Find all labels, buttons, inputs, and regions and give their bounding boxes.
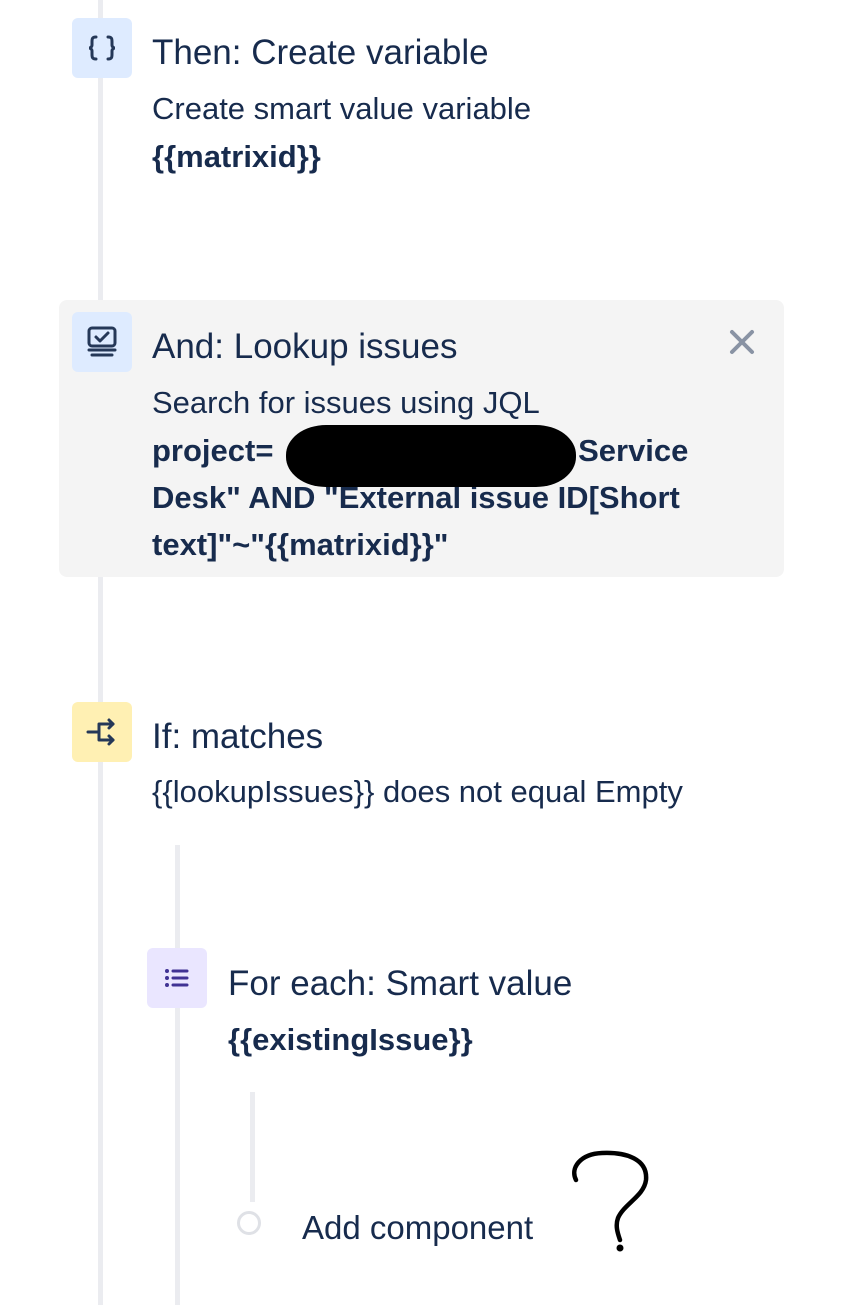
step-title: Then: Create variable [152, 33, 489, 72]
step-description: {{lookupIssues}} does not equal Empty [152, 774, 683, 809]
list-icon [147, 948, 207, 1008]
close-icon [730, 330, 754, 354]
foreach-branch-rail [250, 1092, 255, 1202]
step-description: Search for issues using JQL [152, 385, 540, 420]
redaction-scribble [286, 425, 576, 487]
step-title: And: Lookup issues [152, 327, 458, 366]
remove-step-button[interactable] [722, 322, 762, 362]
lookup-issues-icon [72, 312, 132, 372]
step-value: {{matrixid}} [152, 139, 321, 174]
add-component-node[interactable] [237, 1211, 261, 1235]
braces-icon [72, 18, 132, 78]
jql-prefix: project= [152, 433, 274, 468]
question-mark-annotation [572, 1150, 649, 1252]
branch-icon [72, 702, 132, 762]
step-title: If: matches [152, 717, 324, 756]
main-timeline-rail [98, 0, 103, 1305]
add-component-button[interactable]: Add component [302, 1207, 533, 1249]
step-description: Create smart value variable [152, 91, 532, 126]
if-branch-rail [175, 845, 180, 1305]
step-title: For each: Smart value [228, 964, 573, 1003]
step-value: {{existingIssue}} [228, 1022, 473, 1057]
